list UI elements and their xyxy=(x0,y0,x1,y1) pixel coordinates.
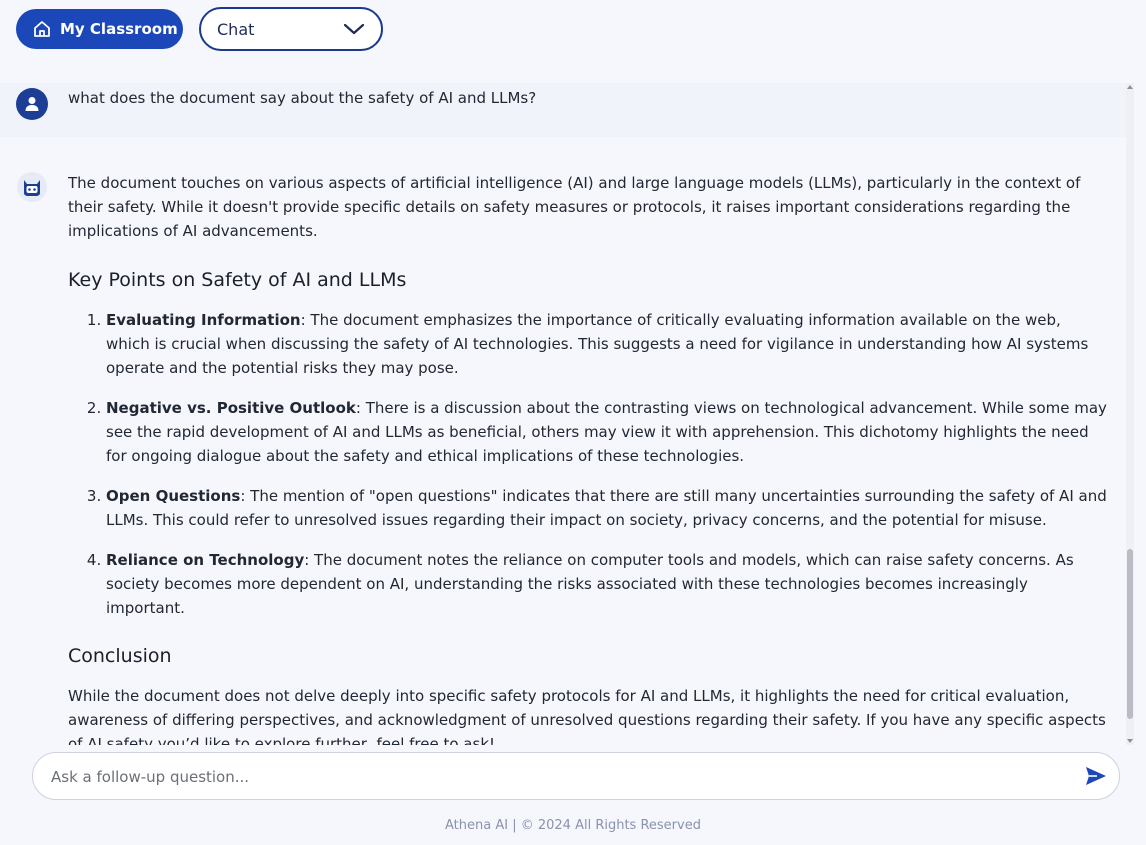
follow-up-input-container xyxy=(32,752,1120,801)
my-classroom-button[interactable]: My Classroom xyxy=(16,9,183,49)
point-title: Evaluating Information xyxy=(106,311,301,329)
scroll-up-arrow-icon[interactable] xyxy=(1127,85,1133,89)
list-item: Evaluating Information: The document emp… xyxy=(106,308,1108,380)
follow-up-input[interactable] xyxy=(49,753,1073,801)
conclusion-text: While the document does not delve deeply… xyxy=(68,687,1106,745)
point-title: Negative vs. Positive Outlook xyxy=(106,399,356,417)
list-item: Negative vs. Positive Outlook: There is … xyxy=(106,396,1108,468)
assistant-intro-text: The document touches on various aspects … xyxy=(68,174,1081,240)
key-points-list: Evaluating Information: The document emp… xyxy=(68,308,1108,620)
point-text: : The mention of "open questions" indica… xyxy=(106,487,1107,529)
send-icon[interactable] xyxy=(1085,766,1107,786)
home-icon xyxy=(32,19,52,39)
mode-selected-value: Chat xyxy=(217,19,255,39)
list-item: Reliance on Technology: The document not… xyxy=(106,548,1108,620)
assistant-message-body: The document touches on various aspects … xyxy=(68,171,1108,745)
footer-text: Athena AI | © 2024 All Rights Reserved xyxy=(445,818,701,833)
user-message-text: what does the document say about the saf… xyxy=(68,89,537,107)
user-icon xyxy=(16,88,48,120)
mode-dropdown[interactable]: Chat xyxy=(199,7,383,51)
scroll-down-arrow-icon[interactable] xyxy=(1127,739,1133,743)
point-title: Reliance on Technology xyxy=(106,551,305,569)
assistant-message: The document touches on various aspects … xyxy=(0,145,1126,745)
user-message: what does the document say about the saf… xyxy=(0,83,1126,137)
chat-scrollbar[interactable] xyxy=(1126,83,1134,745)
conclusion-heading: Conclusion xyxy=(68,645,172,667)
chevron-down-icon xyxy=(343,21,365,37)
point-title: Open Questions xyxy=(106,487,241,505)
robot-icon xyxy=(17,172,47,202)
my-classroom-label: My Classroom xyxy=(60,20,178,38)
top-bar: My Classroom Chat xyxy=(0,0,1146,60)
key-points-heading: Key Points on Safety of AI and LLMs xyxy=(68,269,407,291)
list-item: Open Questions: The mention of "open que… xyxy=(106,484,1108,532)
scrollbar-thumb[interactable] xyxy=(1127,549,1133,719)
chat-area: what does the document say about the saf… xyxy=(0,83,1136,745)
